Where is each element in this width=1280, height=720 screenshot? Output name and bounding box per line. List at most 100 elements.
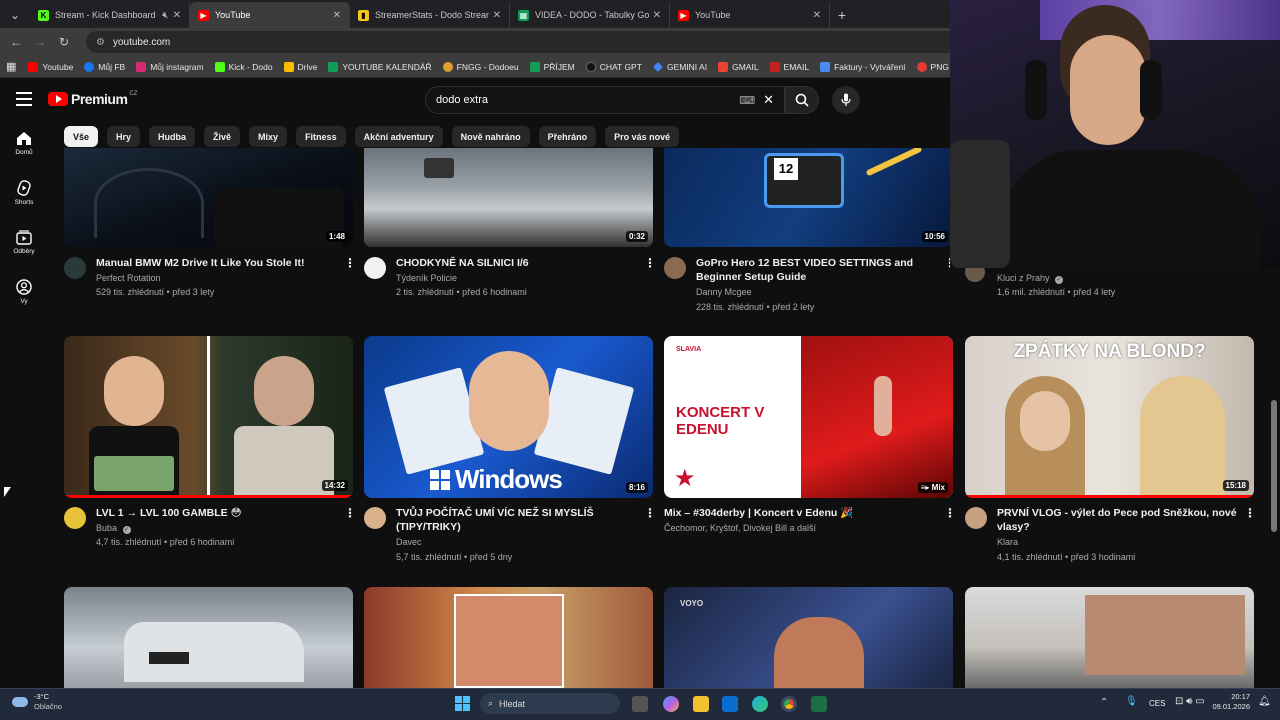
channel-name[interactable]: Perfect Rotation bbox=[96, 271, 356, 286]
more-options-icon[interactable]: ⋮ bbox=[344, 256, 356, 270]
video-thumbnail-koncert[interactable]: SLAVIA KONCERT V EDENU ★ ≡▸ Mix bbox=[664, 336, 953, 498]
voice-search-button[interactable] bbox=[832, 86, 860, 114]
taskbar-search-box[interactable]: ⌕ Hledat bbox=[480, 693, 620, 714]
microphone-tray-icon[interactable]: 🎙︎ bbox=[1125, 696, 1138, 707]
video-title[interactable]: Manual BMW M2 Drive It Like You Stole It… bbox=[96, 256, 346, 270]
browser-tab-kick[interactable]: K Stream - Kick Dashboard 🔇︎ ✕ bbox=[30, 2, 190, 28]
chip-mixes[interactable]: Mixy bbox=[249, 126, 288, 147]
mute-tab-icon[interactable]: 🔇︎ bbox=[162, 10, 168, 21]
start-button[interactable] bbox=[455, 696, 470, 711]
bookmark-fb[interactable]: Můj FB bbox=[84, 61, 125, 72]
close-tab-icon[interactable]: ✕ bbox=[493, 10, 501, 21]
bookmark-email[interactable]: EMAIL bbox=[769, 61, 809, 72]
clock[interactable]: 20:17 09.01.2026 bbox=[1210, 692, 1250, 712]
video-thumbnail-mercedes[interactable] bbox=[64, 587, 353, 688]
language-indicator[interactable]: CES bbox=[1149, 699, 1165, 708]
bookmark-kick[interactable]: Kick - Dodo bbox=[214, 61, 273, 72]
file-explorer-icon[interactable] bbox=[693, 696, 709, 712]
channel-avatar-perfect-rotation[interactable] bbox=[64, 257, 86, 279]
video-title[interactable]: LVL 1 → LVL 100 GAMBLE 😳 bbox=[96, 506, 346, 520]
outlook-icon[interactable] bbox=[722, 696, 738, 712]
more-options-icon[interactable]: ⋮ bbox=[344, 506, 356, 520]
more-options-icon[interactable]: ⋮ bbox=[644, 506, 656, 520]
more-options-icon[interactable]: ⋮ bbox=[644, 256, 656, 270]
video-thumbnail-reaction[interactable] bbox=[364, 587, 653, 688]
browser-tab-youtube-active[interactable]: ▶ YouTube ✕ bbox=[190, 2, 350, 28]
sidebar-item-home[interactable]: Domů bbox=[0, 131, 48, 156]
site-info-icon[interactable]: ⚙ bbox=[96, 37, 105, 48]
browser-tab-youtube-2[interactable]: ▶ YouTube ✕ bbox=[670, 2, 830, 28]
copilot-icon[interactable] bbox=[663, 696, 679, 712]
channel-name[interactable]: Buba ✓ bbox=[96, 521, 356, 536]
search-input[interactable]: dodo extra ⌨ ✕ bbox=[425, 86, 785, 114]
video-title[interactable]: TVŮJ POČÍTAČ UMÍ VÍC NEŽ SI MYSLÍŠ (TIPY… bbox=[396, 506, 646, 534]
browser-tab-sheets[interactable]: ▦ VIDEA - DODO - Tabulky Googl ✕ bbox=[510, 2, 670, 28]
channel-name[interactable]: Davec bbox=[396, 535, 656, 550]
video-title[interactable]: PRVNÍ VLOG - výlet do Pece pod Sněžkou, … bbox=[997, 506, 1237, 534]
network-volume-tray-icon[interactable]: ⊡ 🔊︎ ▭ bbox=[1175, 696, 1205, 707]
new-tab-plus-icon[interactable]: + bbox=[830, 2, 854, 28]
chip-all[interactable]: Vše bbox=[64, 126, 99, 147]
bookmark-youtube[interactable]: Youtube bbox=[28, 61, 73, 72]
video-title[interactable]: Mix – #304derby | Koncert v Edenu 🎉 bbox=[664, 506, 914, 520]
channel-name[interactable]: Čechomor, Kryštof, Divokej Bill a další bbox=[664, 521, 924, 536]
more-options-icon[interactable]: ⋮ bbox=[944, 506, 956, 520]
youtube-premium-logo[interactable]: Premium CZ bbox=[48, 91, 137, 107]
apps-grid-icon[interactable]: ▦ bbox=[6, 60, 16, 73]
close-tab-icon[interactable]: ✕ bbox=[653, 10, 661, 21]
task-view-icon[interactable] bbox=[632, 696, 648, 712]
video-thumbnail-chodkyne[interactable]: 0:32 bbox=[364, 148, 653, 247]
tab-search-dropdown-icon[interactable]: ⌄ bbox=[0, 2, 30, 28]
close-tab-icon[interactable]: ✕ bbox=[813, 10, 821, 21]
close-tab-icon[interactable]: ✕ bbox=[173, 10, 181, 21]
chip-live[interactable]: Živě bbox=[204, 126, 241, 147]
reload-icon[interactable]: ↻ bbox=[52, 35, 76, 49]
video-thumbnail-gamble[interactable]: 14:32 bbox=[64, 336, 353, 498]
chip-recently-uploaded[interactable]: Nově nahráno bbox=[451, 126, 530, 147]
chip-games[interactable]: Hry bbox=[107, 126, 141, 147]
channel-name[interactable]: Týdeník Policie bbox=[396, 271, 656, 286]
video-thumbnail-windows[interactable]: Windows 8:16 bbox=[364, 336, 653, 498]
video-title[interactable]: CHODKYNĚ NA SILNICI I/6 bbox=[396, 256, 646, 270]
bookmark-chatgpt[interactable]: CHAT GPT bbox=[585, 61, 642, 72]
bookmark-gmail[interactable]: GMAIL bbox=[718, 61, 759, 72]
chip-watched[interactable]: Přehráno bbox=[538, 126, 597, 147]
close-tab-icon[interactable]: ✕ bbox=[333, 10, 341, 21]
channel-name[interactable]: Klara bbox=[997, 535, 1257, 550]
chip-action-adventure[interactable]: Akční adventury bbox=[354, 126, 443, 147]
bookmark-faktury[interactable]: Faktury - Vytváření bbox=[820, 61, 906, 72]
chip-music[interactable]: Hudba bbox=[149, 126, 196, 147]
weather-widget[interactable]: -3°C Oblačno bbox=[12, 692, 62, 712]
video-thumbnail-street[interactable] bbox=[965, 587, 1254, 688]
chip-fitness[interactable]: Fitness bbox=[296, 126, 346, 147]
back-arrow-icon[interactable]: ← bbox=[4, 35, 28, 49]
video-thumbnail-gopro[interactable]: 12 10:56 bbox=[664, 148, 953, 247]
excel-icon[interactable] bbox=[811, 696, 827, 712]
page-scrollbar-thumb[interactable] bbox=[1271, 400, 1277, 532]
channel-avatar-buba[interactable] bbox=[64, 507, 86, 529]
more-options-icon[interactable]: ⋮ bbox=[1244, 506, 1256, 520]
video-thumbnail-bmw[interactable]: 1:48 bbox=[64, 148, 353, 247]
keyboard-icon[interactable]: ⌨ bbox=[739, 94, 755, 107]
channel-name[interactable]: Danny Mcgee bbox=[696, 285, 956, 300]
bookmark-instagram[interactable]: Můj instagram bbox=[136, 61, 204, 72]
chrome-icon[interactable] bbox=[781, 696, 797, 712]
search-button[interactable] bbox=[785, 86, 819, 114]
url-field[interactable]: ⚙ youtube.com bbox=[86, 31, 986, 53]
browser-tab-streamerstats[interactable]: ▮ StreamerStats - Dodo Stream E ✕ bbox=[350, 2, 510, 28]
bookmark-prijem[interactable]: PŘÍJEM bbox=[529, 61, 575, 72]
channel-avatar-davec[interactable] bbox=[364, 507, 386, 529]
clear-search-icon[interactable]: ✕ bbox=[763, 92, 774, 108]
hamburger-menu-icon[interactable] bbox=[16, 92, 32, 106]
channel-avatar-danny-mcgee[interactable] bbox=[664, 257, 686, 279]
channel-name[interactable]: Kluci z Prahy ✓ bbox=[997, 271, 1257, 286]
forward-arrow-icon[interactable]: → bbox=[28, 35, 52, 49]
bookmark-gemini[interactable]: GEMINI AI bbox=[652, 62, 707, 72]
bookmark-yt-calendar[interactable]: YOUTUBE KALENDÁŘ bbox=[328, 61, 432, 72]
bookmark-fngg[interactable]: FNGG - Dodoeu bbox=[442, 61, 519, 72]
show-hidden-icons-chevron-icon[interactable]: ⌃ bbox=[1100, 697, 1108, 708]
notifications-bell-icon[interactable]: 🔔︎ bbox=[1258, 696, 1271, 707]
chip-new-to-you[interactable]: Pro vás nové bbox=[605, 126, 680, 147]
video-title[interactable]: GoPro Hero 12 BEST VIDEO SETTINGS and Be… bbox=[696, 256, 936, 284]
bookmark-drive[interactable]: Drive bbox=[283, 61, 317, 72]
